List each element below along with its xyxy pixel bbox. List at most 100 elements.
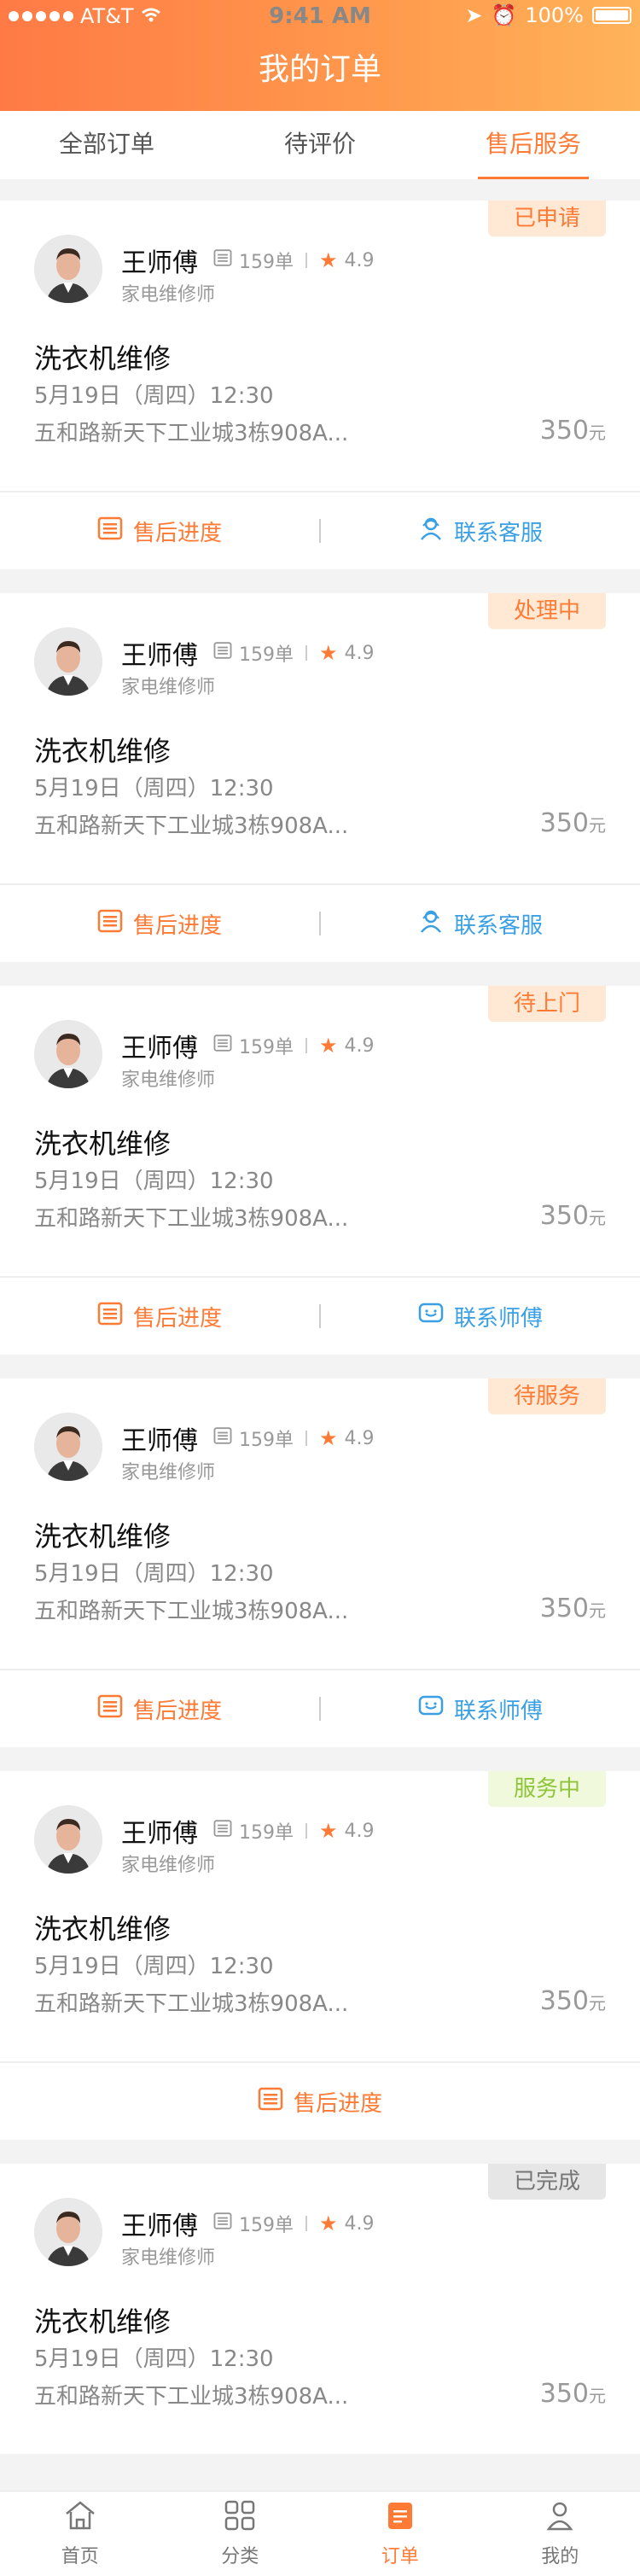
card-actions: 售后进度 — [0, 2063, 640, 2140]
chat-icon — [418, 1693, 444, 1725]
nav-orders[interactable]: 订单 — [320, 2491, 480, 2576]
status-badge: 待上门 — [487, 986, 606, 1022]
profile-icon — [543, 2500, 577, 2536]
order-count-icon — [213, 1819, 232, 1843]
action-label: 售后进度 — [132, 1305, 222, 1332]
status-badge: 处理中 — [487, 593, 606, 629]
star-icon: ★ — [319, 641, 338, 665]
status-badge: 已完成 — [487, 2164, 606, 2200]
technician-name: 王师傅 — [121, 2212, 198, 2241]
price-value: 350 — [539, 2379, 589, 2409]
tab-to-review[interactable]: 待评价 — [213, 111, 427, 179]
service-datetime: 5月19日（周四）12:30 — [34, 776, 274, 801]
technician-meta: 159单 ★ 4.9 — [213, 2210, 375, 2237]
progress-list-icon — [97, 1693, 123, 1725]
star-icon: ★ — [319, 248, 338, 272]
nav-category[interactable]: 分类 — [160, 2491, 321, 2576]
contact-service-button[interactable]: 联系客服 — [321, 516, 640, 547]
card-actions: 售后进度 联系师傅 — [0, 1670, 640, 1747]
avatar — [34, 235, 102, 303]
progress-list-icon — [97, 1301, 123, 1332]
tab-all-orders[interactable]: 全部订单 — [0, 111, 213, 179]
progress-list-icon — [97, 516, 123, 547]
avatar — [34, 627, 102, 696]
price: 350元 — [540, 1986, 606, 2016]
category-icon — [223, 2500, 257, 2536]
nav-home-label: 首页 — [61, 2545, 99, 2567]
price-unit: 元 — [589, 1993, 606, 2014]
order-count-icon — [213, 1034, 232, 1058]
status-badge: 已申请 — [487, 201, 606, 236]
rating: 4.9 — [344, 249, 375, 271]
price: 350元 — [540, 2379, 606, 2409]
price: 350元 — [540, 808, 606, 838]
meta-separator — [305, 1038, 307, 1053]
technician-meta: 159单 ★ 4.9 — [213, 247, 375, 274]
top-bar: AT&T 9:41 AM ➤ ⏰ 100% 我的订单 — [0, 0, 640, 111]
price-unit: 元 — [589, 2386, 606, 2406]
contact-service-button[interactable]: 联系客服 — [321, 908, 640, 940]
contact-technician-button[interactable]: 联系师傅 — [321, 1693, 640, 1725]
after-sales-progress-button[interactable]: 售后进度 — [0, 516, 319, 547]
technician-meta: 159单 ★ 4.9 — [213, 639, 375, 667]
technician-name: 王师傅 — [121, 1034, 198, 1064]
service-name: 洗衣机维修 — [34, 342, 172, 375]
avatar — [34, 1805, 102, 1874]
after-sales-progress-button[interactable]: 售后进度 — [0, 2086, 640, 2118]
tab-after-sales[interactable]: 售后服务 — [427, 111, 640, 179]
order-card[interactable]: 已申请 王师傅 159单 ★ 4.9 家电维修师 洗衣机维修 5月19日（周四）… — [0, 201, 640, 569]
order-card[interactable]: 处理中 王师傅 159单 ★ 4.9 家电维修师 洗衣机维修 5月19日（周四）… — [0, 593, 640, 962]
order-card[interactable]: 已完成 王师傅 159单 ★ 4.9 家电维修师 洗衣机维修 5月19日（周四）… — [0, 2164, 640, 2454]
order-count: 159单 — [239, 1822, 294, 1844]
order-card[interactable]: 待服务 王师傅 159单 ★ 4.9 家电维修师 洗衣机维修 5月19日（周四）… — [0, 1378, 640, 1747]
order-card[interactable]: 服务中 王师傅 159单 ★ 4.9 家电维修师 洗衣机维修 5月19日（周四）… — [0, 1771, 640, 2140]
avatar — [34, 1413, 102, 1481]
technician-role: 家电维修师 — [121, 284, 216, 306]
order-count: 159单 — [239, 644, 294, 666]
meta-separator — [305, 1431, 307, 1446]
price-value: 350 — [539, 1201, 589, 1231]
progress-list-icon — [97, 908, 123, 940]
service-address: 五和路新天下工业城3栋908A... — [34, 1206, 349, 1232]
order-count-icon — [213, 641, 232, 665]
technician-meta: 159单 ★ 4.9 — [213, 1425, 375, 1452]
service-name: 洗衣机维修 — [34, 1913, 172, 1945]
order-icon — [383, 2500, 417, 2536]
service-datetime: 5月19日（周四）12:30 — [34, 2346, 274, 2372]
after-sales-progress-button[interactable]: 售后进度 — [0, 1301, 319, 1332]
nav-profile[interactable]: 我的 — [480, 2491, 640, 2576]
service-address: 五和路新天下工业城3栋908A... — [34, 2384, 349, 2410]
service-address: 五和路新天下工业城3栋908A... — [34, 813, 349, 839]
card-actions: 售后进度 联系客服 — [0, 885, 640, 962]
price: 350元 — [540, 416, 606, 446]
service-name: 洗衣机维修 — [34, 1128, 172, 1160]
service-datetime: 5月19日（周四）12:30 — [34, 1954, 274, 1979]
location-icon: ➤ — [465, 3, 483, 27]
service-address: 五和路新天下工业城3栋908A... — [34, 421, 349, 446]
order-count: 159单 — [239, 1430, 294, 1451]
avatar — [34, 1020, 102, 1088]
technician-role: 家电维修师 — [121, 1462, 216, 1483]
contact-technician-button[interactable]: 联系师傅 — [321, 1301, 640, 1332]
star-icon: ★ — [319, 1819, 338, 1843]
meta-separator — [305, 645, 307, 661]
rating: 4.9 — [344, 642, 375, 664]
technician-name: 王师傅 — [121, 1819, 198, 1849]
service-name: 洗衣机维修 — [34, 735, 172, 767]
page-title: 我的订单 — [258, 52, 381, 87]
action-label: 售后进度 — [132, 520, 222, 546]
after-sales-progress-button[interactable]: 售后进度 — [0, 908, 319, 940]
customer-service-icon — [418, 516, 444, 547]
nav-home[interactable]: 首页 — [0, 2491, 160, 2576]
rating: 4.9 — [344, 1427, 375, 1449]
technician-role: 家电维修师 — [121, 1069, 216, 1091]
after-sales-progress-button[interactable]: 售后进度 — [0, 1693, 319, 1725]
avatar — [34, 2198, 102, 2266]
star-icon: ★ — [319, 1426, 338, 1450]
service-name: 洗衣机维修 — [34, 2305, 172, 2338]
star-icon: ★ — [319, 1034, 338, 1058]
order-count: 159单 — [239, 252, 294, 273]
order-card[interactable]: 待上门 王师傅 159单 ★ 4.9 家电维修师 洗衣机维修 5月19日（周四）… — [0, 986, 640, 1355]
meta-separator — [305, 1823, 307, 1839]
action-label: 售后进度 — [132, 912, 222, 939]
